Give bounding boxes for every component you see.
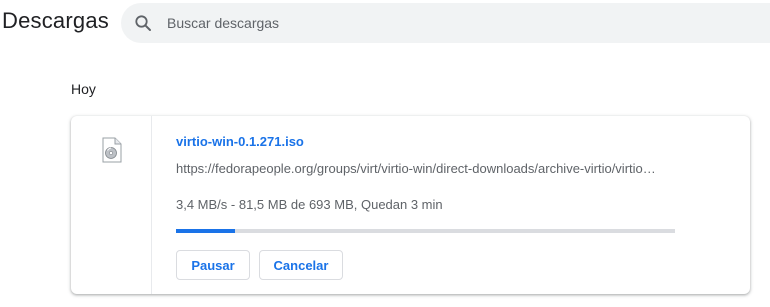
download-filename-link[interactable]: virtio-win-0.1.271.iso: [176, 134, 304, 149]
page-title: Descargas: [2, 8, 109, 33]
download-status-text: 3,4 MB/s - 81,5 MB de 693 MB, Quedan 3 m…: [176, 197, 443, 212]
date-section-label: Hoy: [71, 81, 96, 97]
search-input[interactable]: Buscar descargas: [167, 15, 279, 31]
download-progress-bar: [176, 229, 675, 233]
cancel-button[interactable]: Cancelar: [259, 250, 343, 280]
download-item-card: virtio-win-0.1.271.iso https://fedorapeo…: [71, 116, 750, 294]
disc-image-file-icon: [100, 137, 124, 163]
download-progress-fill: [176, 229, 235, 233]
search-bar[interactable]: Buscar descargas: [121, 3, 770, 43]
file-icon-column: [71, 116, 152, 294]
pause-button[interactable]: Pausar: [176, 250, 250, 280]
search-icon[interactable]: [133, 13, 153, 33]
download-source-url[interactable]: https://fedorapeople.org/groups/virt/vir…: [176, 161, 676, 176]
downloads-page: Descargas Buscar descargas Hoy virtio-wi…: [0, 0, 770, 307]
